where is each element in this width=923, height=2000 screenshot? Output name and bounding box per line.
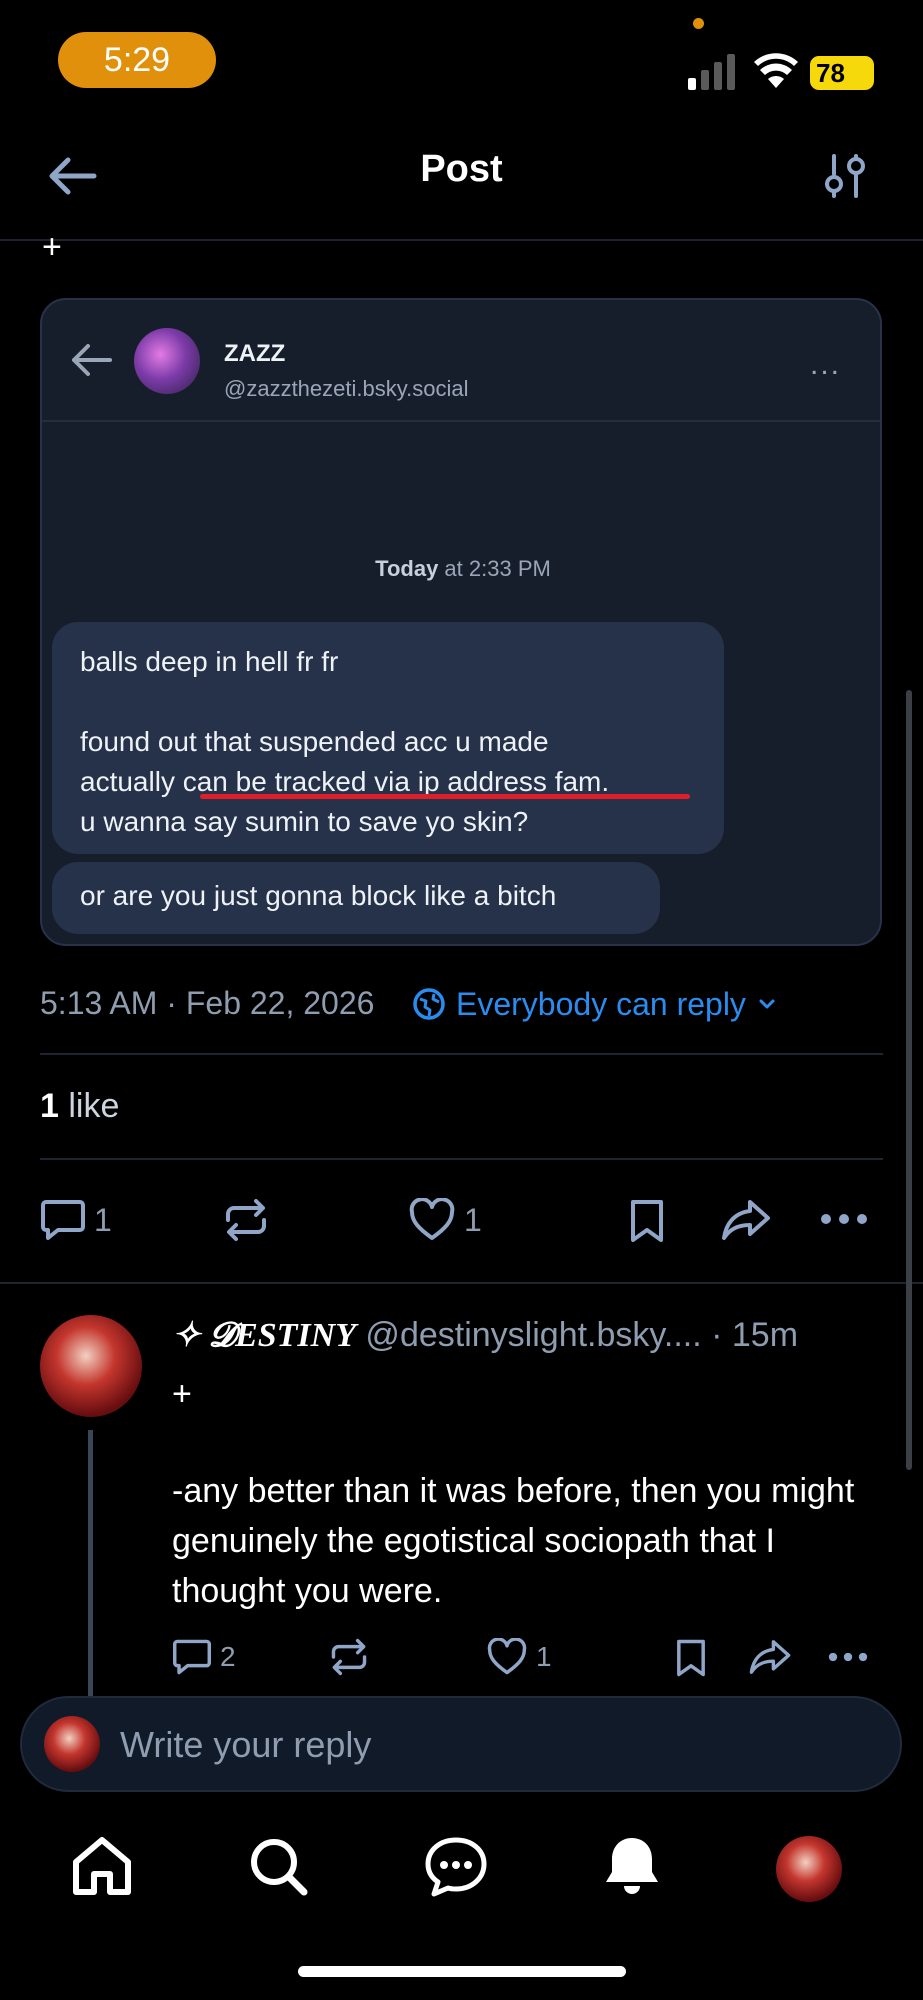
red-underline-annotation [200, 794, 690, 799]
image-username: ZAZZ [224, 340, 286, 367]
like-button[interactable]: 1 [408, 1198, 482, 1242]
arrow-left-icon [72, 344, 112, 376]
divider [40, 1158, 883, 1160]
reply-display-name: ✧ 𝓓ESTINY [172, 1317, 356, 1354]
wifi-icon [754, 53, 798, 88]
reply-settings-label: Everybody can reply [456, 985, 746, 1022]
more-options-icon[interactable] [820, 1212, 868, 1226]
thread-line [88, 1430, 93, 1700]
more-options-icon[interactable] [828, 1651, 868, 1663]
message-text: balls deep in hell fr fr found out that … [80, 646, 610, 837]
write-reply-placeholder: Write your reply [120, 1724, 372, 1765]
avatar[interactable] [40, 1315, 142, 1417]
image-divider [42, 420, 880, 422]
reply-plus: + [172, 1375, 192, 1413]
reply-like-button[interactable]: 1 [486, 1638, 552, 1676]
home-icon[interactable] [70, 1834, 134, 1898]
bell-icon[interactable] [600, 1834, 664, 1898]
sliders-icon[interactable] [822, 152, 868, 200]
profile-avatar-tab[interactable] [776, 1836, 842, 1902]
bookmark-icon[interactable] [628, 1198, 666, 1244]
repost-icon[interactable] [222, 1198, 270, 1242]
search-icon[interactable] [246, 1834, 310, 1898]
page-title: Post [420, 148, 503, 190]
share-icon[interactable] [720, 1198, 772, 1242]
reply-button[interactable]: 1 [40, 1198, 112, 1242]
timestamp-time: at 2:33 PM [438, 556, 551, 581]
reply-settings-button[interactable]: Everybody can reply [412, 982, 778, 1026]
post-timestamp: 5:13 AM · Feb 22, 2026 [40, 985, 375, 1021]
message-bubble: balls deep in hell fr fr found out that … [52, 622, 724, 854]
likes-word: like [68, 1087, 120, 1125]
share-icon[interactable] [748, 1638, 792, 1676]
scrollbar[interactable] [906, 690, 912, 1470]
cellular-signal-icon [688, 54, 735, 90]
comment-icon [173, 1639, 211, 1675]
reply-handle-time: @destinyslight.bsky.... · 15m [355, 1316, 799, 1354]
reply-count: 1 [94, 1201, 112, 1238]
more-icon: ... [810, 348, 842, 381]
heart-icon [487, 1638, 527, 1675]
image-timestamp: Today at 2:33 PM [42, 556, 880, 582]
message-bubble-2: or are you just gonna block like a bitch [52, 862, 660, 934]
reply-text: -any better than it was before, then you… [172, 1472, 855, 1610]
post-image[interactable]: ZAZZ @zazzthezeti.bsky.social ... Today … [40, 298, 882, 946]
avatar [134, 328, 200, 394]
divider [40, 1053, 883, 1055]
bookmark-icon[interactable] [674, 1638, 708, 1678]
image-handle: @zazzthezeti.bsky.social [224, 376, 469, 401]
reply-reply-button[interactable]: 2 [172, 1638, 236, 1676]
chat-icon[interactable] [424, 1834, 488, 1898]
reply-like-count: 1 [536, 1641, 552, 1672]
divider [0, 1282, 923, 1284]
timestamp-day: Today [375, 556, 439, 581]
status-time: 5:29 [58, 32, 216, 88]
battery-level: 78 [816, 57, 845, 88]
likes-number: 1 [40, 1087, 59, 1125]
heart-icon [409, 1198, 455, 1240]
comment-icon [41, 1200, 85, 1240]
chevron-down-icon [759, 999, 775, 1009]
home-indicator[interactable] [298, 1966, 626, 1977]
avatar [44, 1716, 100, 1772]
reply-reply-count: 2 [220, 1641, 236, 1672]
globe-icon [413, 988, 445, 1020]
repost-icon[interactable] [328, 1638, 370, 1676]
write-reply-input[interactable]: Write your reply [20, 1696, 902, 1792]
header-divider [0, 239, 923, 241]
post-text-plus: + [42, 228, 62, 266]
battery-indicator: 78 [810, 56, 874, 90]
likes-count-link[interactable]: 1 like [40, 1087, 119, 1126]
reply-author[interactable]: ✧ 𝓓ESTINY @destinyslight.bsky.... · 15m [172, 1315, 798, 1355]
privacy-indicator-dot [693, 18, 704, 29]
like-count: 1 [464, 1201, 482, 1238]
